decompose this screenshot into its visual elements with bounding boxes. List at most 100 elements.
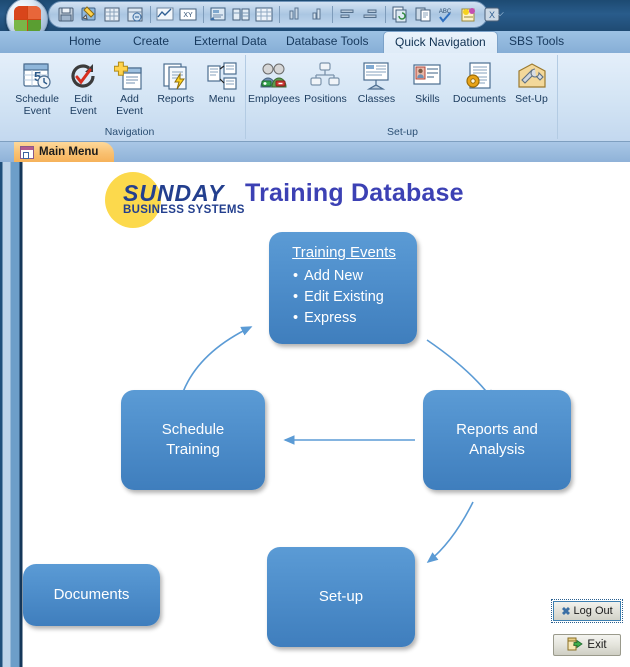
chart-column-small-icon[interactable] [283, 4, 305, 25]
flow-bullet-edit-existing[interactable]: Edit Existing [293, 287, 411, 308]
flow-box-documents[interactable]: Documents [23, 564, 160, 626]
menu-forms-icon [206, 60, 238, 92]
ribbon-button-label: Documents [452, 93, 507, 105]
copy-refresh-icon[interactable] [389, 4, 411, 25]
tab-external-data[interactable]: External Data [183, 31, 278, 53]
toolbar-separator [203, 6, 204, 23]
flow-bullet-express[interactable]: Express [293, 308, 411, 329]
documents-gear-icon [463, 60, 495, 92]
tab-create[interactable]: Create [122, 31, 180, 53]
reports-lightning-icon [160, 60, 192, 92]
ribbon-button-label: Positions [304, 93, 347, 105]
toolbar-separator [279, 6, 280, 23]
flow-box-title: Training Events [292, 244, 396, 261]
arrow-schedule-to-training [182, 326, 253, 393]
form-view-icon[interactable] [207, 4, 229, 25]
ribbon-button-skills[interactable]: Skills [402, 58, 453, 106]
x-icon: ✖ [561, 605, 571, 618]
log-out-label: Log Out [573, 605, 613, 617]
ribbon-button-classes[interactable]: Classes [351, 58, 402, 106]
quick-access-toolbar[interactable]: XY ABC X [48, 1, 500, 28]
ribbon-group-label: Navigation [104, 126, 155, 138]
align-top-icon[interactable] [336, 4, 358, 25]
tab-home[interactable]: Home [58, 31, 112, 53]
employees-icon [258, 60, 290, 92]
ribbon-button-edit-event[interactable]: Edit Event [60, 58, 106, 117]
tabular-layout-icon[interactable] [253, 4, 275, 25]
toolbar-separator [385, 6, 386, 23]
main-menu-form: SUNDAY BUSINESS SYSTEMS Training Databas… [23, 162, 630, 667]
split-form-icon[interactable] [230, 4, 252, 25]
ribbon-button-label: Add Event [116, 93, 143, 117]
datasheet-xy-icon[interactable]: XY [177, 4, 199, 25]
ribbon-button-label: Classes [357, 93, 396, 105]
add-document-icon [113, 60, 146, 92]
flow-box-label-line1: Reports and [456, 421, 538, 438]
title-bar: XY ABC X ⌵ [0, 0, 630, 40]
document-tab-main-menu[interactable]: Main Menu [14, 142, 115, 162]
page-title: Training Database [245, 179, 464, 207]
svg-text:XY: XY [183, 12, 193, 19]
ribbon-button-schedule-event[interactable]: 5 Schedule Event [14, 58, 60, 117]
spell-check-icon[interactable]: ABC [435, 4, 457, 25]
ribbon-button-label: Schedule Event [15, 93, 59, 117]
spelling-table-icon[interactable] [101, 4, 123, 25]
align-bottom-icon[interactable] [359, 4, 381, 25]
flow-bullet-add-new[interactable]: Add New [293, 266, 411, 287]
ribbon-button-add-event[interactable]: Add Event [106, 58, 152, 117]
form-icon [20, 145, 34, 159]
chart-column-icon[interactable] [306, 4, 328, 25]
work-surface: SUNDAY BUSINESS SYSTEMS Training Databas… [0, 162, 630, 667]
tab-quick-navigation[interactable]: Quick Navigation [383, 31, 498, 53]
ribbon-group-navigation: 5 Schedule Event Edit Event Add Event Re… [14, 55, 246, 139]
access-orb-icon [14, 6, 41, 33]
save-icon[interactable] [55, 4, 77, 25]
ribbon-button-label: Edit Event [69, 93, 97, 117]
ribbon-button-set-up[interactable]: Set-Up [506, 58, 557, 106]
org-chart-icon [309, 60, 341, 92]
toolbar-separator [150, 6, 151, 23]
flow-box-label-line1: Schedule [161, 421, 225, 438]
paste-append-icon[interactable] [412, 4, 434, 25]
flow-box-label-line1: Documents [53, 586, 130, 603]
exit-button[interactable]: Exit [553, 634, 621, 656]
calendar-clock-icon: 5 [21, 60, 53, 92]
flow-box-label-line2: Analysis [469, 441, 525, 458]
flow-box-training-events[interactable]: Training Events Add New Edit Existing Ex… [269, 232, 417, 344]
flow-box-set-up[interactable]: Set-up [267, 547, 415, 647]
ribbon-group-label: Set-up [387, 126, 418, 138]
setup-tools-icon [516, 60, 548, 92]
refresh-records-icon[interactable] [124, 4, 146, 25]
ribbon-group-setup: Employees Positions Classes Skills Docum… [248, 55, 558, 139]
ribbon-button-documents[interactable]: Documents [453, 58, 506, 106]
ribbon-button-employees[interactable]: Employees [248, 58, 300, 106]
ribbon-button-label: Set-Up [515, 93, 548, 105]
ribbon-tabstrip: Home Create External Data Database Tools… [0, 31, 630, 53]
arrow-reports-to-setup [426, 501, 474, 563]
ribbon-button-positions[interactable]: Positions [300, 58, 351, 106]
ribbon-button-label: Skills [415, 93, 440, 105]
flow-box-schedule-training[interactable]: Schedule Training [121, 390, 265, 490]
qat-dropdown-icon[interactable]: ⌵ [493, 7, 507, 21]
skills-badge-icon [411, 60, 443, 92]
tab-sbs-tools[interactable]: SBS Tools [498, 31, 575, 53]
classes-presentation-icon [360, 60, 392, 92]
ribbon: 5 Schedule Event Edit Event Add Event Re… [0, 53, 630, 142]
ribbon-button-label: Reports [157, 93, 195, 105]
access-application-window: XY ABC X ⌵ Home Create External Data Dat… [0, 0, 630, 667]
flow-box-bullets: Add New Edit Existing Express [277, 266, 411, 329]
undo-edit-icon[interactable] [78, 4, 100, 25]
flow-box-reports-and-analysis[interactable]: Reports and Analysis [423, 390, 571, 490]
chart-line-icon[interactable] [154, 4, 176, 25]
log-out-button[interactable]: ✖ Log Out [551, 599, 623, 623]
filter-lamp-icon[interactable] [458, 4, 480, 25]
ribbon-button-menu[interactable]: Menu [199, 58, 245, 106]
ribbon-button-reports[interactable]: Reports [153, 58, 199, 106]
document-tab-label: Main Menu [39, 146, 99, 158]
flow-box-label-line1: Set-up [318, 588, 364, 605]
logo-tagline-text: BUSINESS SYSTEMS [123, 204, 245, 216]
ribbon-button-label: Menu [208, 93, 236, 105]
toolbar-separator [332, 6, 333, 23]
ribbon-button-label: Employees [248, 93, 300, 105]
tab-database-tools[interactable]: Database Tools [275, 31, 380, 53]
